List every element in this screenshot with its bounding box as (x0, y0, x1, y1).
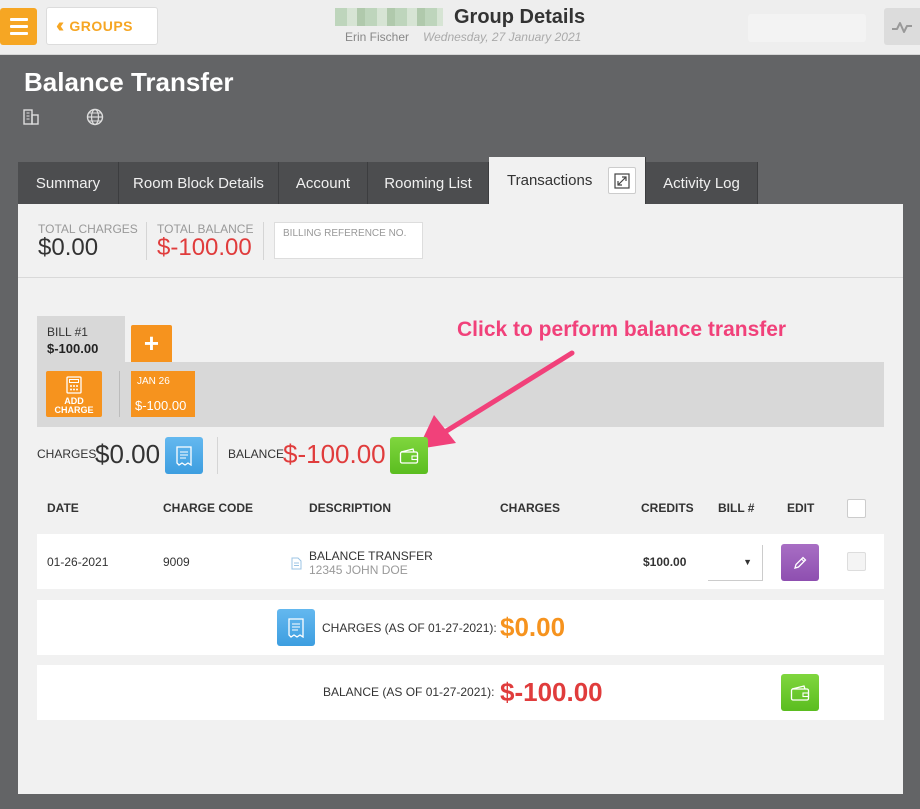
select-all-checkbox[interactable] (847, 499, 866, 518)
add-bill-button[interactable]: + (131, 325, 172, 362)
tab-label: Activity Log (663, 174, 740, 192)
summary-strip (18, 204, 903, 278)
column-header-bill: BILL # (718, 501, 755, 515)
balance-as-of-label: BALANCE (AS OF 01-27-2021): (323, 685, 495, 699)
row-checkbox[interactable] (847, 552, 866, 571)
user-name: Erin Fischer (345, 30, 410, 44)
balance-transfer-button[interactable] (390, 437, 428, 474)
divider (146, 222, 147, 260)
column-header-description: DESCRIPTION (309, 501, 392, 515)
tab-label: Rooming List (384, 174, 472, 192)
column-header-edit: EDIT (787, 501, 815, 515)
activity-pulse-icon (892, 21, 912, 33)
tab-summary[interactable]: Summary (18, 162, 119, 204)
page-title: Group Details (454, 6, 586, 28)
bill-tab-1[interactable]: BILL #1 $-100.00 (37, 316, 125, 362)
balance-as-of-value: $-100.00 (500, 677, 603, 707)
tab-activity-log[interactable]: Activity Log (646, 162, 758, 204)
edit-row-button[interactable] (781, 544, 819, 581)
document-icon (291, 557, 302, 570)
charges-value: $0.00 (95, 439, 161, 469)
caret-down-icon: ▼ (743, 557, 752, 567)
balance-value: $-100.00 (283, 439, 386, 469)
divider (119, 371, 120, 417)
section-title: Balance Transfer (24, 67, 234, 97)
folio-amount: $-100.00 (135, 398, 187, 413)
tab-label: Room Block Details (133, 174, 264, 192)
row-description: BALANCE TRANSFER (309, 549, 433, 563)
expand-transactions-button[interactable] (608, 167, 636, 194)
calculator-icon (66, 376, 82, 394)
print-charges-button[interactable] (165, 437, 203, 474)
balance-transfer-summary-button[interactable] (781, 674, 819, 711)
bill-label: BILL #1 (47, 325, 88, 339)
tab-rooming-list[interactable]: Rooming List (368, 162, 489, 204)
charges-as-of-value: $0.00 (500, 612, 566, 642)
bill-amount: $-100.00 (47, 341, 99, 356)
divider (217, 437, 218, 474)
total-charges-value: $0.00 (38, 234, 99, 261)
annotation-text: Click to perform balance transfer (457, 318, 787, 341)
building-icon[interactable] (22, 108, 40, 126)
row-credits: $100.00 (643, 555, 687, 569)
groups-back-button[interactable]: ‹‹ GROUPS (46, 7, 158, 45)
current-date: Wednesday, 27 January 2021 (423, 30, 582, 44)
column-header-date: DATE (47, 501, 79, 515)
double-chevron-left-icon: ‹‹ (56, 15, 65, 37)
column-header-charge-code: CHARGE CODE (163, 501, 254, 515)
hamburger-icon-line (9, 18, 28, 21)
folio-card[interactable]: JAN 26 $-100.00 (131, 371, 195, 417)
print-charges-summary-button[interactable] (277, 609, 315, 646)
column-header-charges: CHARGES (500, 501, 561, 515)
folio-date: JAN 26 (137, 376, 170, 387)
hamburger-icon-line (9, 32, 28, 35)
tab-label: Account (295, 174, 351, 192)
wallet-icon (790, 684, 810, 701)
pencil-icon (794, 556, 807, 569)
tab-label: Transactions (507, 172, 593, 189)
expand-icon (614, 172, 630, 189)
activity-button[interactable] (884, 8, 920, 45)
billing-reference-field[interactable]: BILLING REFERENCE NO. (274, 222, 423, 259)
row-date: 01-26-2021 (47, 555, 109, 569)
blurred-group-name (335, 8, 443, 26)
total-balance-value: $-100.00 (157, 234, 252, 261)
globe-icon[interactable] (86, 108, 104, 126)
bill-select[interactable]: ▼ (708, 545, 763, 581)
add-charge-button[interactable]: ADD CHARGE (46, 371, 102, 417)
hamburger-menu-button[interactable] (0, 8, 37, 45)
receipt-icon (288, 617, 304, 638)
column-header-credits: CREDITS (641, 501, 694, 515)
groups-back-label: GROUPS (69, 18, 134, 34)
balance-label: BALANCE (228, 447, 285, 461)
tab-account[interactable]: Account (279, 162, 368, 204)
charges-label: CHARGES (37, 447, 97, 461)
hamburger-icon-line (9, 25, 28, 28)
row-charge-code: 9009 (163, 555, 190, 569)
divider (263, 222, 264, 260)
wallet-icon (399, 447, 419, 464)
charges-as-of-label: CHARGES (AS OF 01-27-2021): (322, 621, 497, 635)
add-charge-label: CHARGE (54, 405, 94, 415)
row-description-sub: 12345 JOHN DOE (309, 563, 408, 577)
plus-icon: + (143, 328, 160, 358)
receipt-icon (176, 445, 192, 466)
tab-room-block-details[interactable]: Room Block Details (119, 162, 279, 204)
top-right-field[interactable] (748, 14, 866, 42)
tab-label: Summary (35, 174, 101, 192)
